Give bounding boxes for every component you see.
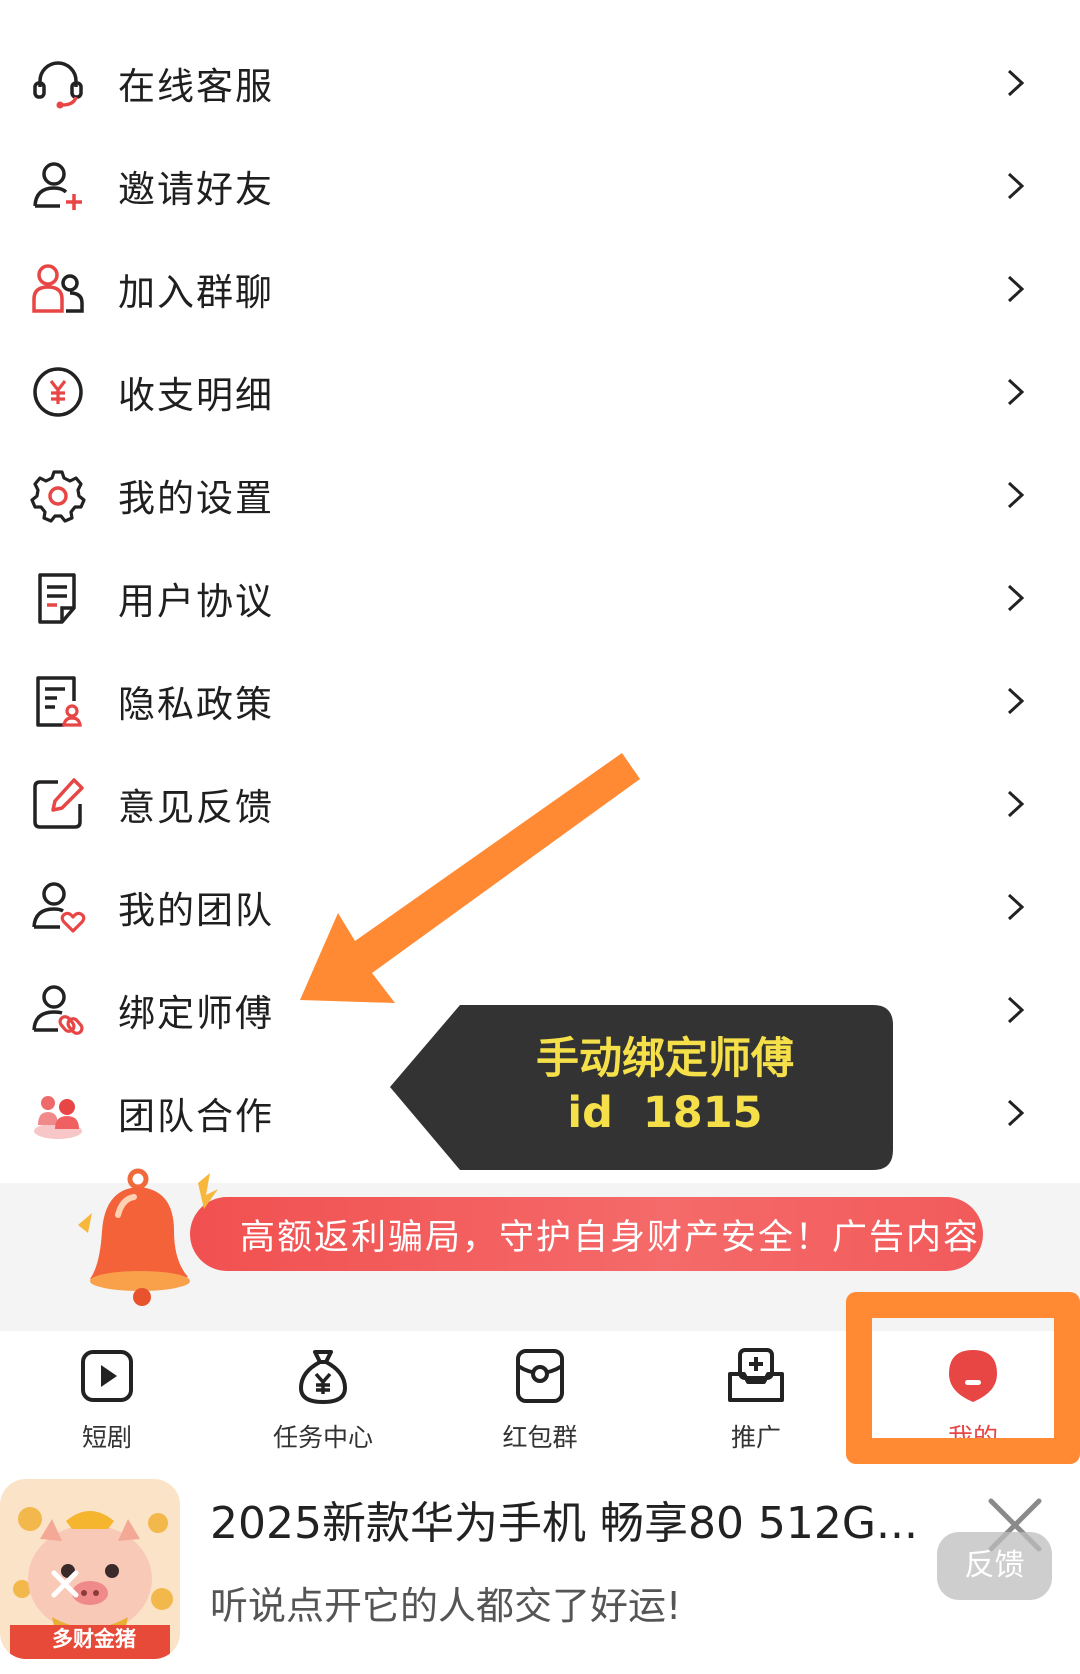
annotation-line-1: 手动绑定师傅	[536, 1034, 794, 1084]
promotion-icon	[726, 1346, 786, 1406]
tab-label: 任务中心	[272, 1423, 373, 1452]
menu-item-label: 绑定师傅	[118, 991, 274, 1035]
tab-red-packet-group[interactable]: 红包群	[460, 1346, 620, 1466]
chevron-right-icon	[1000, 166, 1030, 206]
menu-item-label: 我的设置	[118, 476, 274, 520]
menu-item-label: 我的团队	[118, 888, 274, 932]
user-link-icon	[30, 982, 86, 1038]
ad-thumbnail-label: 多财金猪	[52, 1627, 136, 1651]
chevron-right-icon	[1000, 63, 1030, 103]
chevron-right-icon	[1000, 887, 1030, 927]
ad-title[interactable]: 2025新款华为手机 畅享80 512G...	[210, 1487, 950, 1551]
chevron-right-icon	[1000, 681, 1030, 721]
annotation-text: 手动绑定师傅 id 1815	[455, 1032, 875, 1140]
menu-item-label: 加入群聊	[118, 270, 274, 314]
tab-label: 红包群	[502, 1423, 578, 1452]
team-cooperation-icon	[30, 1085, 86, 1141]
menu-item-label: 用户协议	[118, 579, 274, 623]
tab-promotion[interactable]: 推广	[676, 1346, 836, 1466]
menu-item-income-details[interactable]: 收支明细	[0, 339, 1080, 444]
menu-item-label: 意见反馈	[118, 785, 274, 829]
add-user-icon	[30, 158, 86, 214]
tab-short-drama[interactable]: 短剧	[27, 1346, 187, 1466]
notice-banner[interactable]: 高额返利骗局，守护自身财产安全！广告内容	[190, 1197, 983, 1271]
chevron-right-icon	[1000, 372, 1030, 412]
chevron-right-icon	[1000, 1093, 1030, 1133]
annotation-line-2: id 1815	[567, 1088, 763, 1138]
menu-item-user-agreement[interactable]: 用户协议	[0, 545, 1080, 650]
menu-item-join-group[interactable]: 加入群聊	[0, 236, 1080, 341]
tab-label: 我的	[947, 1423, 998, 1452]
profile-icon	[943, 1346, 1003, 1406]
menu-item-label: 隐私政策	[118, 682, 274, 726]
money-bag-icon	[293, 1346, 353, 1406]
document-icon	[30, 570, 86, 626]
chevron-right-icon	[1000, 269, 1030, 309]
annotation-arrow	[300, 753, 640, 1003]
bell-icon	[78, 1168, 218, 1306]
edit-icon	[30, 776, 86, 832]
menu-item-label: 邀请好友	[118, 167, 274, 211]
menu-item-label: 团队合作	[118, 1094, 274, 1138]
yuan-coin-icon	[30, 364, 86, 420]
tab-label: 推广	[730, 1423, 781, 1452]
chevron-right-icon	[1000, 578, 1030, 618]
ad-thumbnail[interactable]: 多财金猪	[0, 1479, 180, 1659]
red-packet-icon	[510, 1346, 570, 1406]
tab-mine[interactable]: 我的	[893, 1346, 1053, 1466]
menu-item-label: 收支明细	[118, 373, 274, 417]
menu-item-invite-friends[interactable]: 邀请好友	[0, 133, 1080, 238]
user-heart-icon	[30, 879, 86, 935]
gear-icon	[30, 467, 86, 523]
menu-item-my-settings[interactable]: 我的设置	[0, 442, 1080, 547]
privacy-document-icon	[30, 673, 86, 729]
chevron-right-icon	[1000, 990, 1030, 1030]
tab-task-center[interactable]: 任务中心	[243, 1346, 403, 1466]
menu-item-customer-service[interactable]: 在线客服	[0, 30, 1080, 135]
group-icon	[30, 261, 86, 317]
headset-icon	[30, 55, 86, 111]
chevron-right-icon	[1000, 475, 1030, 515]
menu-item-privacy-policy[interactable]: 隐私政策	[0, 648, 1080, 753]
ad-subtitle[interactable]: 听说点开它的人都交了好运!	[210, 1575, 681, 1630]
chevron-right-icon	[1000, 784, 1030, 824]
tab-label: 短剧	[81, 1423, 132, 1452]
menu-item-label: 在线客服	[118, 64, 274, 108]
ad-feedback-button[interactable]: 反馈	[937, 1532, 1052, 1600]
notice-text: 高额返利骗局，守护自身财产安全！广告内容	[240, 1218, 981, 1258]
play-icon	[77, 1346, 137, 1406]
